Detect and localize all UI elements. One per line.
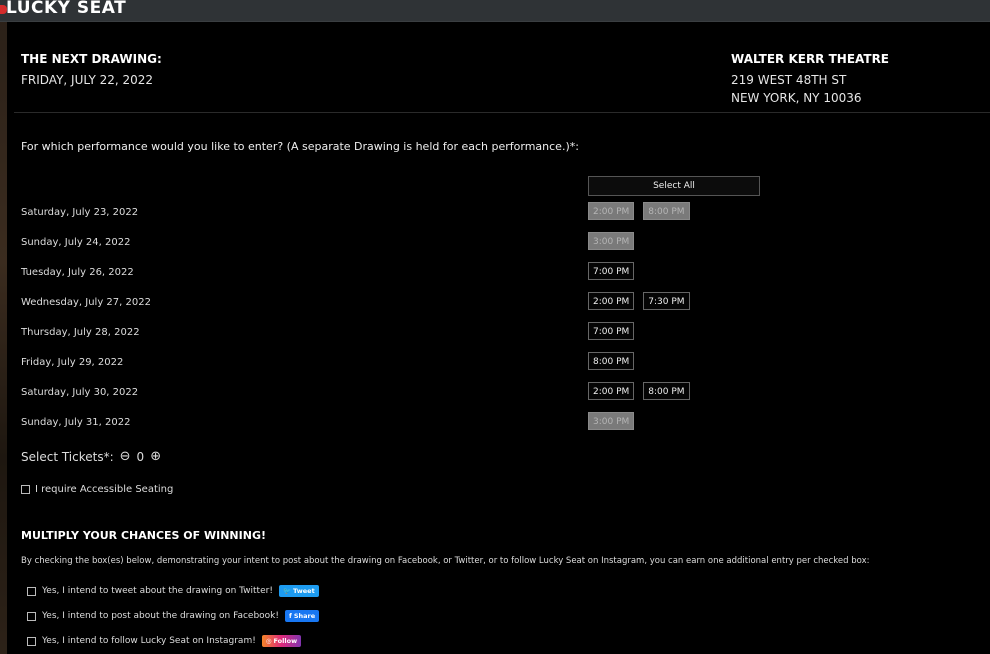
tickets-label: Select Tickets*: [21, 450, 114, 464]
showtime-button: 3:00 PM [588, 232, 635, 250]
performance-date: Thursday, July 28, 2022 [21, 327, 140, 338]
showtime-button[interactable]: 2:00 PM [588, 382, 635, 400]
showtime-group: 2:00 PM 8:00 PM [588, 202, 690, 220]
showtime-button[interactable]: 8:00 PM [643, 382, 690, 400]
drawing-title: THE NEXT DRAWING: [21, 52, 162, 66]
showtime-button: 8:00 PM [643, 202, 690, 220]
showtime-group: 7:00 PM [588, 322, 635, 340]
performance-date: Sunday, July 24, 2022 [21, 237, 131, 248]
performance-row: Tuesday, July 26, 2022 7:00 PM [21, 262, 821, 284]
facebook-option[interactable]: Yes, I intend to post about the drawing … [27, 610, 320, 622]
showtime-button[interactable]: 7:00 PM [588, 322, 635, 340]
facebook-f-icon: f [289, 612, 292, 620]
plus-icon[interactable]: ⊕ [150, 450, 161, 463]
showtime-button[interactable]: 2:00 PM [588, 292, 635, 310]
twitter-bird-icon: 🐦 [282, 587, 292, 595]
twitter-label: Yes, I intend to tweet about the drawing… [42, 586, 273, 596]
performance-row: Sunday, July 31, 2022 3:00 PM [21, 412, 821, 434]
facebook-checkbox[interactable] [27, 611, 36, 621]
showtime-button[interactable]: 8:00 PM [588, 352, 635, 370]
performance-row: Friday, July 29, 2022 8:00 PM [21, 352, 821, 374]
showtime-button: 3:00 PM [588, 412, 635, 430]
showtime-group: 3:00 PM [588, 232, 635, 250]
twitter-checkbox[interactable] [27, 586, 36, 596]
showtime-button: 2:00 PM [588, 202, 635, 220]
ticket-selector: Select Tickets*: ⊖ 0 ⊕ [21, 450, 161, 464]
performance-date: Wednesday, July 27, 2022 [21, 297, 151, 308]
performance-date: Saturday, July 30, 2022 [21, 387, 139, 398]
accessible-seating-option[interactable]: I require Accessible Seating [21, 484, 173, 495]
minus-icon[interactable]: ⊖ [120, 450, 131, 463]
performance-date: Tuesday, July 26, 2022 [21, 267, 134, 278]
twitter-option[interactable]: Yes, I intend to tweet about the drawing… [27, 585, 319, 597]
performance-row: Saturday, July 23, 2022 2:00 PM 8:00 PM [21, 202, 821, 224]
tweet-button-label: Tweet [293, 587, 315, 595]
showtime-group: 2:00 PM 7:30 PM [588, 292, 690, 310]
performance-row: Sunday, July 24, 2022 3:00 PM [21, 232, 821, 254]
performance-date: Friday, July 29, 2022 [21, 357, 124, 368]
showtime-group: 2:00 PM 8:00 PM [588, 382, 690, 400]
background-strip [0, 0, 7, 654]
showtime-button[interactable]: 7:30 PM [643, 292, 690, 310]
drawing-date: FRIDAY, JULY 22, 2022 [21, 73, 154, 87]
facebook-label: Yes, I intend to post about the drawing … [42, 611, 280, 621]
theatre-name: WALTER KERR THEATRE [731, 52, 890, 66]
instagram-label: Yes, I intend to follow Lucky Seat on In… [42, 636, 256, 646]
multiply-description: By checking the box(es) below, demonstra… [21, 556, 870, 566]
theatre-info: WALTER KERR THEATRE 219 WEST 48TH ST NEW… [731, 52, 889, 107]
showtime-group: 8:00 PM [588, 352, 635, 370]
ticket-count: 0 [136, 450, 145, 464]
theatre-address-line2: NEW YORK, NY 10036 [731, 91, 862, 105]
showtime-group: 7:00 PM [588, 262, 635, 280]
share-button[interactable]: f Share [285, 610, 320, 622]
multiply-title: MULTIPLY YOUR CHANCES OF WINNING! [21, 529, 266, 542]
theatre-address-line1: 219 WEST 48TH ST [731, 73, 847, 87]
top-bar: LUCKY SEAT [0, 0, 990, 22]
showtime-group: 3:00 PM [588, 412, 635, 430]
instagram-camera-icon: ◎ [265, 637, 272, 645]
brand-logo[interactable]: LUCKY SEAT [6, 0, 126, 18]
performance-question: For which performance would you like to … [21, 140, 579, 153]
instagram-checkbox[interactable] [27, 636, 36, 646]
drawing-info: THE NEXT DRAWING: FRIDAY, JULY 22, 2022 [21, 52, 162, 89]
performance-row: Saturday, July 30, 2022 2:00 PM 8:00 PM [21, 382, 821, 404]
instagram-option[interactable]: Yes, I intend to follow Lucky Seat on In… [27, 635, 302, 647]
select-all-button[interactable]: Select All [588, 176, 760, 196]
share-button-label: Share [293, 612, 316, 620]
accessible-seating-label: I require Accessible Seating [35, 484, 174, 495]
accessible-seating-checkbox[interactable] [21, 485, 30, 494]
follow-button[interactable]: ◎ Follow [261, 635, 302, 647]
performance-date: Sunday, July 31, 2022 [21, 417, 131, 428]
header-divider [14, 112, 990, 113]
showtime-button[interactable]: 7:00 PM [588, 262, 635, 280]
performance-row: Wednesday, July 27, 2022 2:00 PM 7:30 PM [21, 292, 821, 314]
tweet-button[interactable]: 🐦 Tweet [278, 585, 319, 597]
performance-date: Saturday, July 23, 2022 [21, 207, 139, 218]
follow-button-label: Follow [273, 637, 298, 645]
performance-row: Thursday, July 28, 2022 7:00 PM [21, 322, 821, 344]
